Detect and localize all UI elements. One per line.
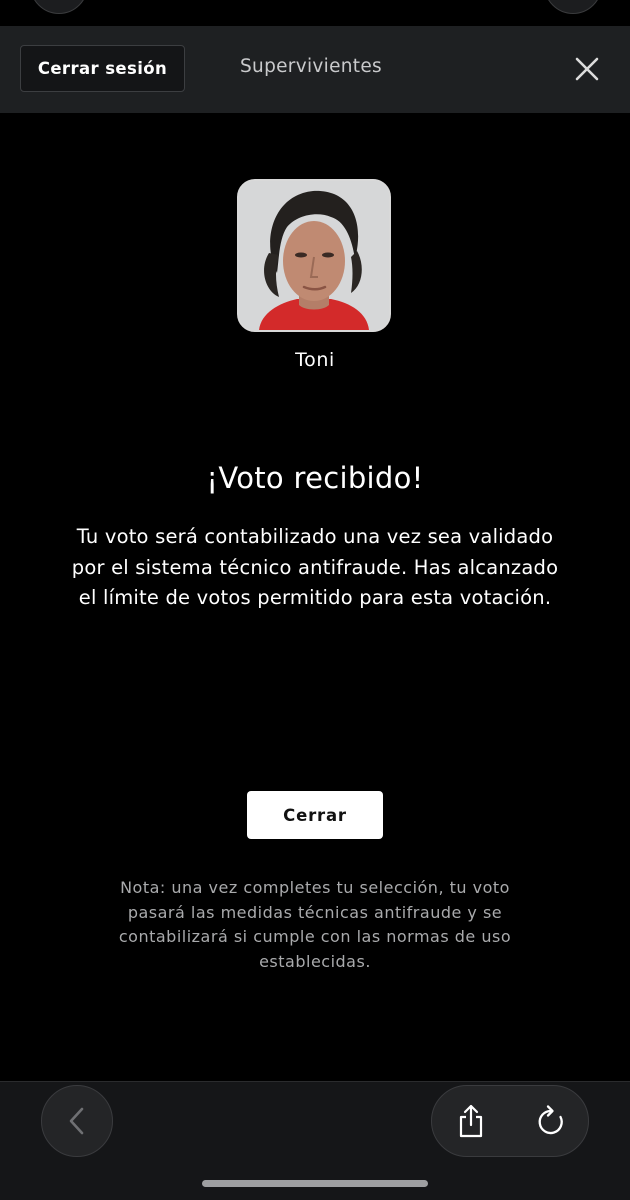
share-button[interactable] [445, 1095, 497, 1147]
page: Cerrar sesión Supervivientes Toni ¡Voto … [0, 0, 630, 1200]
back-button[interactable] [41, 1085, 113, 1157]
disclaimer-note: Nota: una vez completes tu selección, tu… [118, 878, 512, 971]
logout-button[interactable]: Cerrar sesión [20, 45, 185, 92]
browser-actions-group [431, 1085, 589, 1157]
home-indicator[interactable] [202, 1180, 428, 1187]
reload-icon [538, 1105, 563, 1135]
candidate-photo [237, 179, 391, 332]
close-button[interactable]: Cerrar [247, 791, 383, 839]
share-icon [459, 1104, 483, 1138]
reload-button[interactable] [525, 1095, 577, 1147]
confirmation-title: ¡Voto recibido! [206, 461, 424, 495]
browser-top-bar [0, 0, 630, 26]
confirmation-message: Tu voto será contabilizado una vez sea v… [71, 525, 559, 609]
app-header: Cerrar sesión Supervivientes [0, 26, 630, 113]
chevron-left-icon [69, 1107, 84, 1135]
close-icon[interactable] [574, 56, 600, 82]
browser-top-left-button[interactable] [30, 0, 88, 14]
browser-top-right-button[interactable] [544, 0, 602, 14]
candidate-name: Toni [295, 349, 335, 371]
header-title: Supervivientes [240, 56, 382, 77]
